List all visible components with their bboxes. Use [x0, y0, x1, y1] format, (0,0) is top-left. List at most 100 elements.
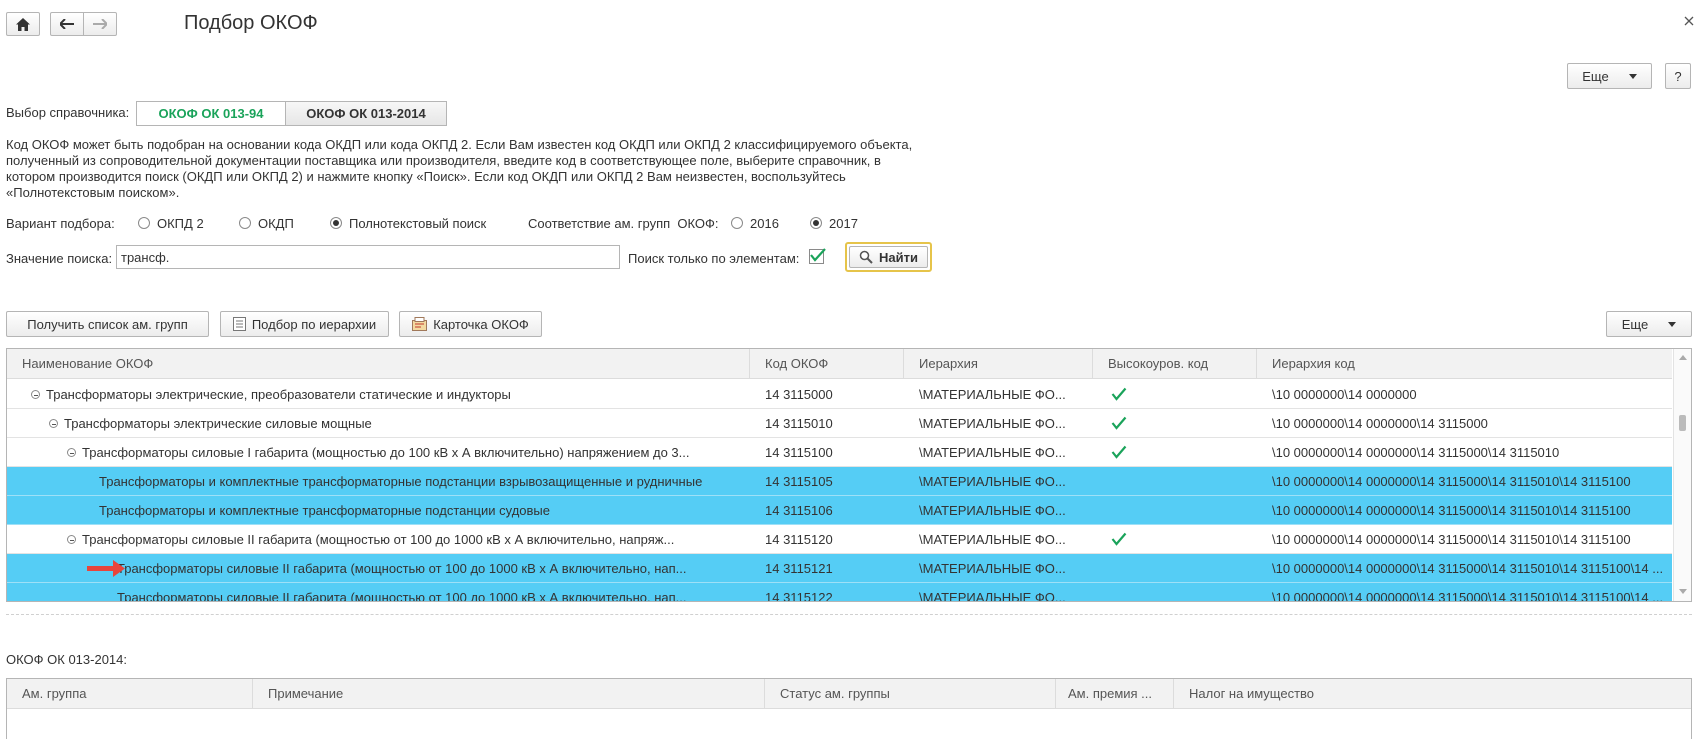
cell-hierarchy: \МАТЕРИАЛЬНЫЕ ФО...	[919, 532, 1066, 547]
scrollbar-down-icon[interactable]	[1679, 589, 1687, 594]
radio-okpd2[interactable]: ОКПД 2	[138, 214, 204, 232]
okof2014-label: ОКОФ ОК 013-2014:	[6, 652, 127, 667]
table-row[interactable]: Трансформаторы электрические, преобразов…	[7, 380, 1672, 409]
cell-name: Трансформаторы силовые II габарита (мощн…	[117, 554, 742, 583]
scrollbar-thumb[interactable]	[1679, 415, 1686, 431]
column-header-note[interactable]: Примечание	[253, 679, 765, 709]
close-icon[interactable]	[1682, 14, 1696, 28]
search-icon	[859, 250, 873, 264]
radio-fulltext[interactable]: Полнотекстовый поиск	[330, 214, 486, 232]
scrollbar-up-icon[interactable]	[1679, 355, 1687, 360]
table-row[interactable]: Трансформаторы и комплектные трансформат…	[7, 467, 1672, 496]
cell-code: 14 3115000	[765, 387, 833, 402]
cell-hierarchy: \МАТЕРИАЛЬНЫЕ ФО...	[919, 387, 1066, 402]
tab-okof-2014-label: ОКОФ ОК 013-2014	[306, 106, 426, 121]
table-more-button[interactable]: Еще	[1606, 311, 1692, 337]
tab-okof-2014[interactable]: ОКОФ ОК 013-2014	[285, 101, 447, 126]
cell-name: Трансформаторы и комплектные трансформат…	[99, 496, 742, 525]
table-row[interactable]: Трансформаторы силовые II габарита (мощн…	[7, 525, 1672, 554]
more-menu-label: Еще	[1582, 68, 1609, 84]
home-button[interactable]	[6, 12, 40, 36]
cell-hierarchy-code: \10 0000000\14 0000000\14 3115000\14 311…	[1272, 445, 1560, 460]
cell-name: Трансформаторы силовые II габарита (мощн…	[117, 583, 742, 602]
cell-name: Трансформаторы электрические силовые мощ…	[49, 409, 742, 438]
collapse-toggle-icon[interactable]	[31, 390, 40, 399]
row-name-text: Трансформаторы электрические силовые мощ…	[64, 416, 372, 431]
search-label: Значение поиска:	[6, 251, 113, 266]
home-icon	[16, 17, 30, 31]
table-row[interactable]: Трансформаторы силовые II габарита (мощн…	[7, 554, 1672, 583]
cell-code: 14 3115100	[765, 445, 833, 460]
column-header-hierarchy[interactable]: Иерархия	[904, 349, 1093, 379]
cell-hierarchy-code: \10 0000000\14 0000000\14 3115000	[1272, 416, 1488, 431]
okof-table-header: Наименование ОКОФ Код ОКОФ Иерархия Высо…	[7, 349, 1672, 379]
row-name-text: Трансформаторы силовые II габарита (мощн…	[117, 561, 687, 576]
column-header-hierarchy-code[interactable]: Иерархия код	[1257, 349, 1672, 379]
cell-name: Трансформаторы силовые II габарита (мощн…	[67, 525, 742, 554]
only-elements-checkbox[interactable]	[809, 248, 826, 264]
radio-2017-label: 2017	[829, 215, 858, 231]
hierarchy-button[interactable]: Подбор по иерархии	[220, 311, 389, 337]
cell-code: 14 3115121	[765, 561, 833, 576]
table-row[interactable]: Трансформаторы и комплектные трансформат…	[7, 496, 1672, 525]
get-groups-button[interactable]: Получить список ам. групп	[6, 311, 209, 337]
table-scrollbar[interactable]	[1673, 349, 1691, 601]
column-header-name[interactable]: Наименование ОКОФ	[7, 349, 750, 379]
search-input[interactable]	[116, 245, 620, 269]
cell-code: 14 3115010	[765, 416, 833, 431]
get-groups-label: Получить список ам. групп	[27, 316, 188, 332]
table-row[interactable]: Трансформаторы силовые I габарита (мощно…	[7, 438, 1672, 467]
checkmark-icon	[1111, 438, 1131, 467]
tab-okof-94[interactable]: ОКОФ ОК 013-94	[136, 101, 286, 126]
cell-name: Трансформаторы электрические, преобразов…	[31, 380, 742, 409]
cell-code: 14 3115105	[765, 474, 833, 489]
checkmark-icon	[1111, 525, 1131, 554]
collapse-toggle-icon[interactable]	[49, 419, 58, 428]
okof2014-table: Ам. группа Примечание Статус ам. группы …	[6, 678, 1692, 739]
cell-hierarchy-code: \10 0000000\14 0000000\14 3115000\14 311…	[1272, 561, 1664, 576]
find-button[interactable]: Найти	[849, 246, 928, 268]
radio-2016[interactable]: 2016	[731, 214, 779, 232]
cell-name: Трансформаторы силовые I габарита (мощно…	[67, 438, 742, 467]
column-header-am-group[interactable]: Ам. группа	[7, 679, 253, 709]
forward-button[interactable]	[83, 12, 117, 36]
column-header-property-tax[interactable]: Налог на имущество	[1174, 679, 1691, 709]
cell-hierarchy-code: \10 0000000\14 0000000\14 3115000\14 311…	[1272, 590, 1664, 602]
cell-name: Трансформаторы и комплектные трансформат…	[99, 467, 742, 496]
conformity-label: Соответствие ам. групп ОКОФ:	[528, 216, 719, 231]
cell-hierarchy: \МАТЕРИАЛЬНЫЕ ФО...	[919, 445, 1066, 460]
arrow-right-icon	[93, 19, 107, 29]
collapse-toggle-icon[interactable]	[67, 448, 76, 457]
only-elements-label: Поиск только по элементам:	[628, 251, 800, 266]
directory-label: Выбор справочника:	[6, 105, 130, 120]
radio-2016-label: 2016	[750, 215, 779, 231]
radio-okdp[interactable]: ОКДП	[239, 214, 294, 232]
row-name-text: Трансформаторы и комплектные трансформат…	[99, 474, 703, 489]
column-header-status[interactable]: Статус ам. группы	[765, 679, 1056, 709]
more-menu-button[interactable]: Еще	[1567, 63, 1652, 89]
cell-code: 14 3115106	[765, 503, 833, 518]
table-row[interactable]: Трансформаторы электрические силовые мощ…	[7, 409, 1672, 438]
description-text: Код ОКОФ может быть подобран на основани…	[6, 137, 913, 200]
cell-code: 14 3115122	[765, 590, 833, 602]
radio-2017[interactable]: 2017	[810, 214, 858, 232]
arrow-left-icon	[60, 19, 74, 29]
back-button[interactable]	[50, 12, 84, 36]
checkmark-icon	[810, 248, 826, 262]
help-button[interactable]: ?	[1665, 63, 1691, 89]
column-header-code[interactable]: Код ОКОФ	[750, 349, 904, 379]
row-name-text: Трансформаторы силовые I габарита (мощно…	[82, 445, 690, 460]
column-header-high-level-code[interactable]: Высокоуров. код	[1093, 349, 1257, 379]
radio-okpd2-circle	[138, 217, 150, 229]
row-name-text: Трансформаторы и комплектные трансформат…	[99, 503, 550, 518]
radio-fulltext-circle	[330, 217, 342, 229]
radio-2016-circle	[731, 217, 743, 229]
column-header-premium[interactable]: Ам. премия ...	[1056, 679, 1174, 709]
collapse-toggle-icon[interactable]	[67, 535, 76, 544]
okof-card-button[interactable]: Карточка ОКОФ	[399, 311, 542, 337]
hierarchy-label: Подбор по иерархии	[251, 316, 377, 332]
row-name-text: Трансформаторы силовые II габарита (мощн…	[117, 590, 687, 602]
table-row[interactable]: Трансформаторы силовые II габарита (мощн…	[7, 583, 1672, 602]
radio-okdp-circle	[239, 217, 251, 229]
cell-hierarchy-code: \10 0000000\14 0000000\14 3115000\14 311…	[1272, 474, 1631, 489]
